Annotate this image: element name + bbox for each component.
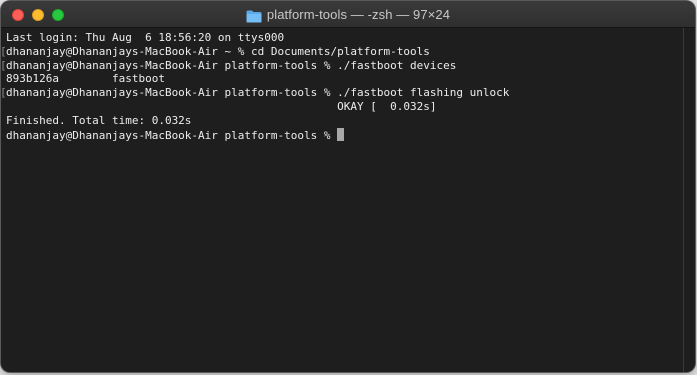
text-cursor xyxy=(337,127,345,141)
terminal-line: dhananjay@Dhananjays-MacBook-Air platfor… xyxy=(6,127,683,142)
close-button[interactable] xyxy=(12,9,24,21)
window-title: platform-tools — -zsh — 97×24 xyxy=(266,7,451,22)
scrollbar[interactable] xyxy=(683,28,695,372)
title-bar[interactable]: platform-tools — -zsh — 97×24 xyxy=(1,1,695,28)
window-title-group: platform-tools — -zsh — 97×24 xyxy=(1,1,695,28)
line-text: dhananjay@Dhananjays-MacBook-Air platfor… xyxy=(6,86,510,100)
terminal-line: [dhananjay@Dhananjays-MacBook-Air platfo… xyxy=(1,58,683,73)
terminal-line: [dhananjay@Dhananjays-MacBook-Air platfo… xyxy=(1,86,683,100)
folder-icon xyxy=(246,8,262,23)
line-text: OKAY [ 0.032s] xyxy=(6,99,437,113)
line-mark: [ xyxy=(1,45,7,59)
line-mark: [ xyxy=(1,86,7,100)
line-text: Finished. Total time: 0.032s xyxy=(6,113,192,127)
terminal-line: [dhananjay@Dhananjays-MacBook-Air ~ % cd… xyxy=(1,44,683,59)
zoom-button[interactable] xyxy=(52,9,64,21)
line-text: dhananjay@Dhananjays-MacBook-Air platfor… xyxy=(6,58,457,72)
line-text: dhananjay@Dhananjays-MacBook-Air platfor… xyxy=(6,128,338,142)
line-text: 893b126a fastboot xyxy=(6,72,165,86)
terminal-window: platform-tools — -zsh — 97×24 Last login… xyxy=(1,1,695,372)
terminal-line: 893b126a fastboot xyxy=(6,72,683,86)
terminal-line: Last login: Thu Aug 6 18:56:20 on ttys00… xyxy=(6,31,683,45)
line-text: dhananjay@Dhananjays-MacBook-Air ~ % cd … xyxy=(6,44,430,58)
terminal-line: Finished. Total time: 0.032s xyxy=(6,114,683,128)
line-text: Last login: Thu Aug 6 18:56:20 on ttys00… xyxy=(6,31,285,44)
minimize-button[interactable] xyxy=(32,9,44,21)
terminal-line: OKAY [ 0.032s] xyxy=(6,100,683,114)
line-mark: [ xyxy=(1,59,7,73)
terminal-output[interactable]: Last login: Thu Aug 6 18:56:20 on ttys00… xyxy=(1,28,683,372)
